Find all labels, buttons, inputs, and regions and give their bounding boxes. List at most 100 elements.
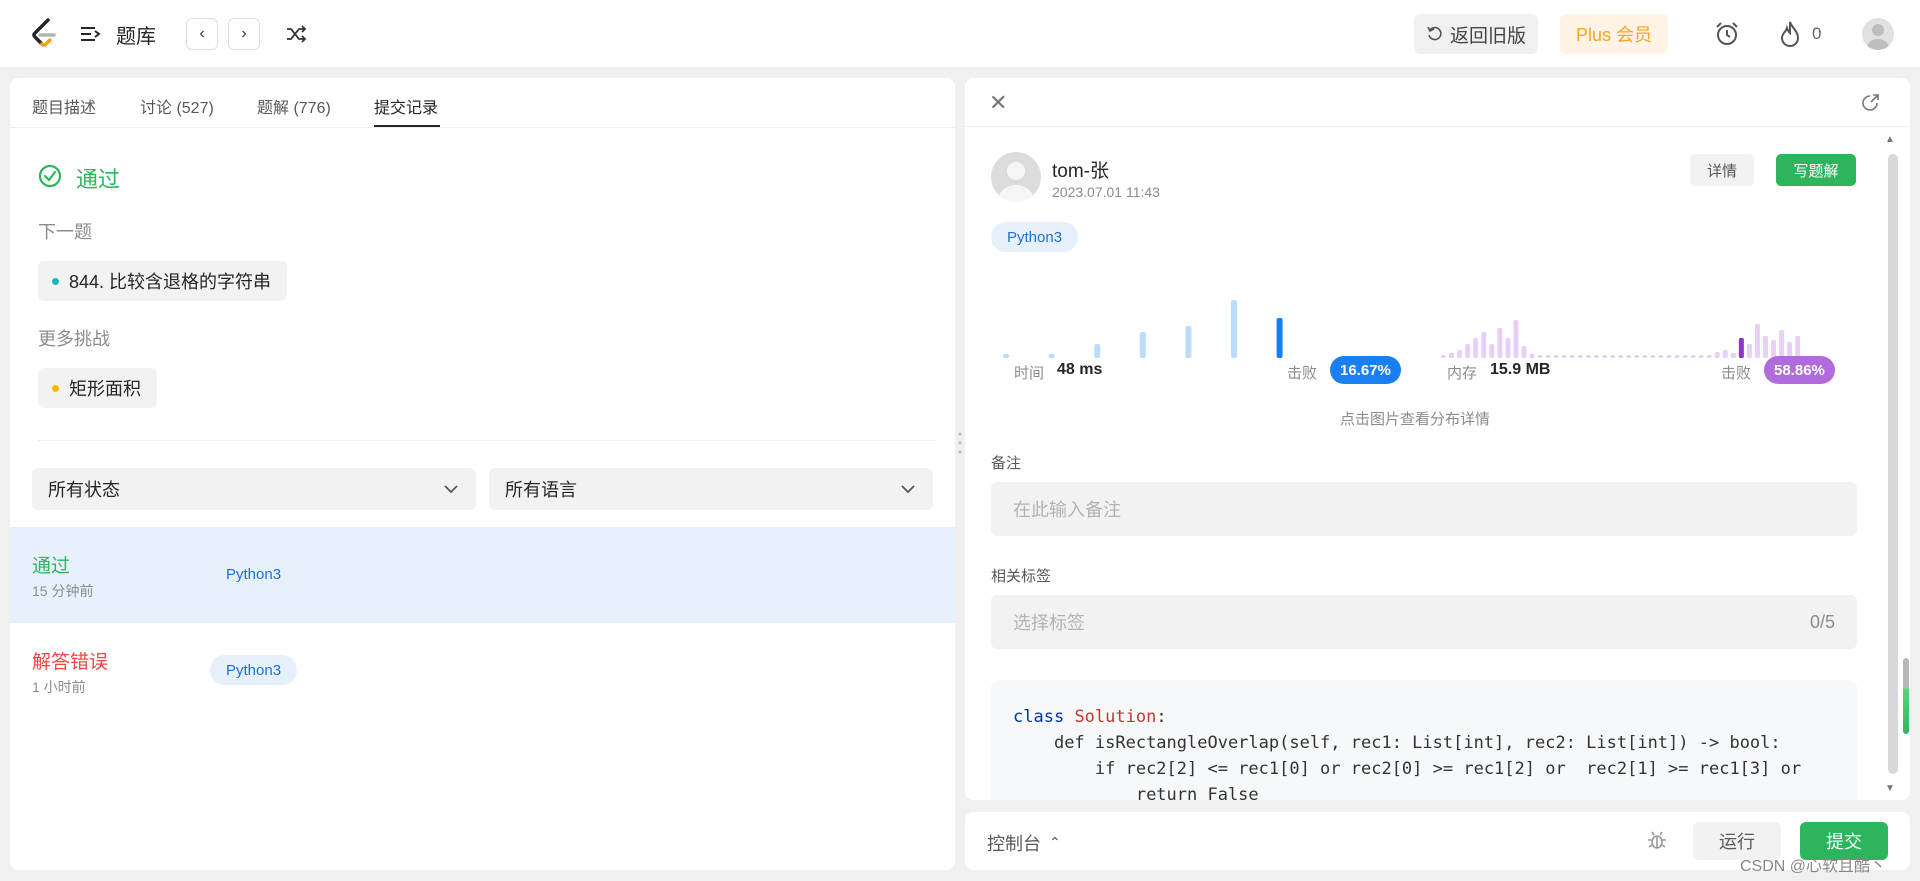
details-button[interactable]: 详情 [1690, 154, 1754, 186]
shuffle-icon[interactable] [284, 22, 308, 46]
memory-dist-bar [1537, 355, 1543, 358]
submission-language-badge: Python3 [210, 655, 298, 685]
runtime-label: 时间 [1014, 365, 1045, 382]
memory-dist-bar [1505, 338, 1511, 358]
tags-count: 0/5 [1809, 611, 1835, 632]
memory-dist-bar [1441, 355, 1446, 358]
note-label: 备注 [991, 455, 1022, 472]
alarm-clock-icon[interactable] [1713, 20, 1741, 48]
chart-hint: 点击图片查看分布详情 [1339, 411, 1490, 428]
memory-dist-bar [1674, 355, 1680, 358]
streak-count: 0 [1812, 24, 1822, 43]
memory-dist-bar [1561, 355, 1567, 358]
tab-solutions[interactable]: 题解 (776) [257, 94, 331, 118]
scroll-down-icon[interactable]: ▼ [1885, 783, 1895, 794]
memory-dist-bar [1738, 338, 1744, 358]
close-icon[interactable]: ✕ [989, 90, 1007, 116]
runtime-dist-bar [1094, 344, 1101, 358]
chevron-down-icon [444, 485, 458, 494]
submission-status: 解答错误 [32, 652, 109, 673]
memory-dist-bar [1610, 355, 1616, 358]
more-challenge-chip[interactable]: 矩形面积 [38, 368, 157, 408]
submission-time: 15 分钟前 [32, 583, 94, 599]
console-toggle[interactable]: 控制台 [987, 830, 1041, 856]
tags-placeholder: 选择标签 [1013, 613, 1085, 633]
memory-dist-bar [1577, 355, 1583, 358]
memory-dist-bar [1690, 355, 1696, 358]
memory-dist-bar [1545, 355, 1551, 358]
csdn-watermark: CSDN @心软且酷丶 [1740, 858, 1887, 875]
tags-label: 相关标签 [991, 568, 1052, 585]
next-problem-title: 844. 比较含退格的字符串 [69, 272, 272, 292]
submission-status: 通过 [32, 556, 71, 577]
write-solution-button[interactable]: 写题解 [1776, 154, 1856, 186]
status-filter-select[interactable]: 所有状态 [32, 468, 476, 510]
memory-dist-bar [1642, 355, 1648, 358]
code-line: return False [1135, 785, 1259, 800]
next-problem-chip[interactable]: 844. 比较含退格的字符串 [38, 261, 288, 301]
user-avatar-top[interactable] [1862, 18, 1894, 50]
more-challenge-title: 矩形面积 [69, 379, 141, 399]
prev-problem-button[interactable]: ‹ [186, 18, 218, 50]
left-panel: 题目描述 讨论 (527) 题解 (776) 提交记录 通过 下一题 844. … [10, 78, 955, 870]
runtime-beats-badge: 16.67% [1330, 356, 1401, 384]
divider [38, 440, 936, 441]
runtime-dist-bar [1185, 326, 1192, 358]
tags-select[interactable]: 选择标签 0/5 [991, 595, 1857, 649]
tab-description[interactable]: 题目描述 [32, 94, 96, 118]
avatar-silhouette-icon [999, 162, 1033, 202]
memory-dist-bar [1593, 355, 1599, 358]
runtime-dist-bar [1003, 354, 1009, 358]
top-bar: 题库 ‹ › 返回旧版 Plus 会员 0 [0, 0, 1920, 68]
memory-dist-bar [1795, 336, 1801, 358]
leetcode-logo-icon[interactable] [26, 16, 62, 52]
open-external-icon[interactable] [1861, 92, 1881, 112]
chevron-right-icon: › [241, 25, 247, 42]
code-keyword: class [1013, 707, 1065, 727]
memory-dist-bar [1569, 355, 1575, 358]
memory-dist-bar [1682, 355, 1688, 358]
check-circle-icon [38, 164, 62, 188]
panel-resize-handle[interactable] [957, 430, 963, 456]
language-filter-select[interactable]: 所有语言 [489, 468, 933, 510]
code-block[interactable]: class Solution: def isRectangleOverlap(s… [991, 680, 1857, 800]
scrollbar-track[interactable] [1888, 154, 1898, 774]
memory-dist-bar [1626, 355, 1632, 358]
question-bank-title[interactable]: 题库 [116, 20, 156, 49]
memory-dist-bar [1513, 320, 1519, 358]
memory-dist-bar [1449, 353, 1455, 358]
runtime-dist-bar [1139, 332, 1146, 358]
scroll-progress-thumb[interactable] [1903, 658, 1909, 734]
back-to-old-version-button[interactable]: 返回旧版 [1414, 14, 1538, 54]
submission-time: 1 小时前 [32, 679, 86, 695]
memory-dist-bar [1779, 330, 1785, 358]
language-filter-value: 所有语言 [505, 480, 577, 500]
chevron-down-icon [901, 485, 915, 494]
debug-bug-icon[interactable] [1645, 828, 1669, 852]
submitter-name[interactable]: tom-张 [1052, 156, 1109, 183]
next-problem-button[interactable]: › [228, 18, 260, 50]
submission-date: 2023.07.01 11:43 [1052, 184, 1160, 200]
memory-dist-bar [1746, 344, 1752, 358]
chevron-up-icon[interactable]: ⌃ [1049, 834, 1061, 851]
submission-row[interactable]: 解答错误 1 小时前 Python3 [10, 623, 955, 719]
memory-dist-bar [1698, 355, 1704, 358]
code-class-name: Solution [1074, 707, 1157, 727]
memory-dist-bar [1754, 324, 1760, 358]
submission-row[interactable]: 通过 15 分钟前 Python3 [10, 527, 955, 623]
memory-dist-bar [1585, 355, 1591, 358]
memory-dist-bar [1473, 338, 1479, 358]
plus-membership-button[interactable]: Plus 会员 [1560, 14, 1668, 54]
memory-dist-bar [1602, 355, 1607, 358]
scroll-up-icon[interactable]: ▲ [1885, 134, 1895, 145]
tab-submissions[interactable]: 提交记录 [374, 94, 438, 118]
submission-detail-panel: ✕ tom-张 2023.07.01 11:43 详情 写题解 Python3 … [965, 78, 1910, 800]
performance-distribution-chart[interactable] [991, 278, 1861, 358]
difficulty-medium-dot [52, 384, 59, 392]
submission-result: 通过 [76, 167, 121, 192]
fire-streak-icon[interactable] [1778, 20, 1802, 48]
avatar-silhouette-icon [1867, 24, 1889, 50]
problem-list-icon[interactable] [78, 22, 102, 46]
note-input[interactable]: 在此输入备注 [991, 482, 1857, 536]
tab-discussion[interactable]: 讨论 (527) [140, 94, 214, 118]
